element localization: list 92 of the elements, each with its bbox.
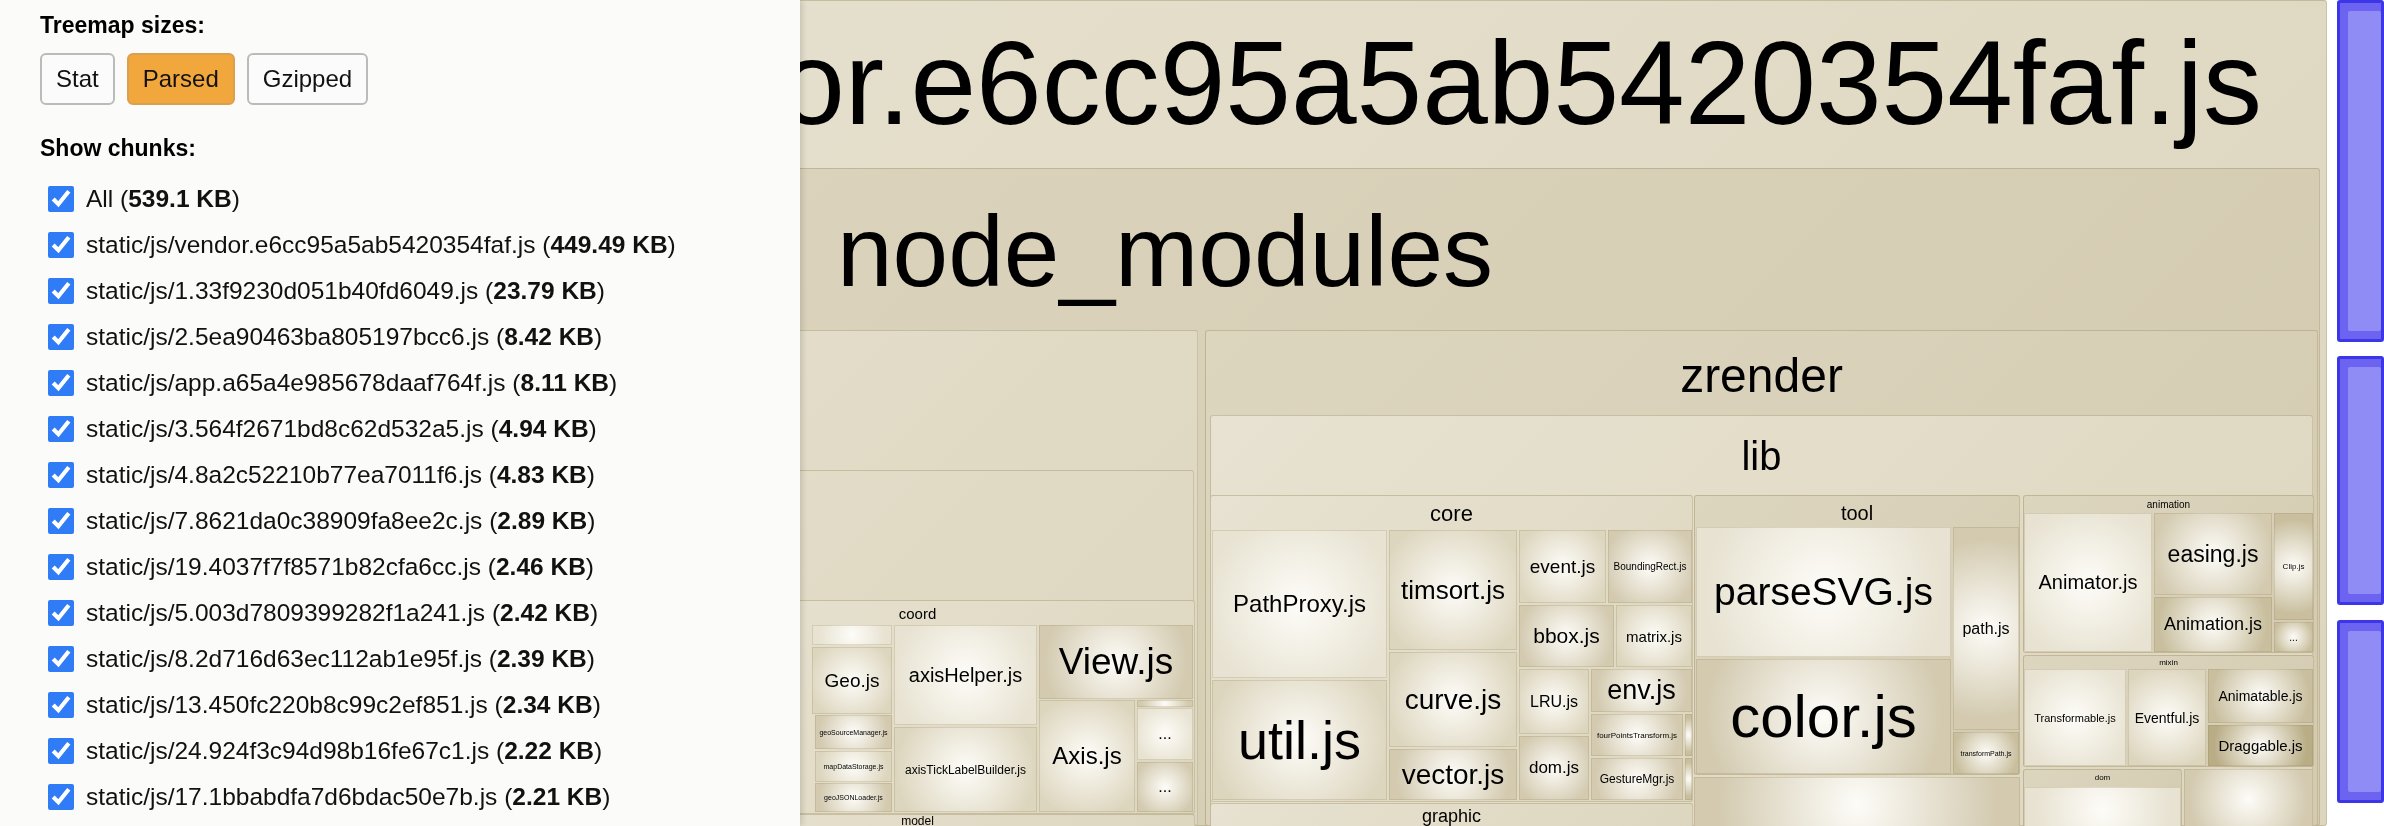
chunk-checkbox[interactable] — [48, 186, 74, 212]
file-tile[interactable]: path.js — [1953, 527, 2019, 730]
chunk-checkbox[interactable] — [48, 646, 74, 672]
chunk-checkbox[interactable] — [48, 554, 74, 580]
chunk-label: static/js/4.8a2c52210b77ea7011f6.js (4.83 KB) — [86, 461, 595, 489]
file-tile[interactable] — [2184, 769, 2313, 826]
file-tile[interactable]: color.js — [1696, 659, 1951, 774]
file-tile[interactable] — [812, 625, 892, 645]
chunk-label: static/js/19.4037f7f8571b82cfa6cc.js (2.46 KB) — [86, 553, 594, 581]
folder-tile[interactable]: animation Animator.js easing.js Animation.js Clip.js ... — [2023, 495, 2314, 653]
file-tile[interactable] — [1137, 700, 1193, 707]
chunk-label: static/js/7.8621da0c38909fa8ee2c.js (2.89 KB) — [86, 507, 596, 535]
folder-label: node_modules — [836, 194, 1494, 309]
folder-tile[interactable]: mixin Transformable.js Eventful.js Animatable.js Draggable.js — [2023, 655, 2314, 767]
chunk-checkbox[interactable] — [48, 692, 74, 718]
file-tile[interactable]: PathProxy.js — [1212, 530, 1387, 678]
folder-tile[interactable]: graphic — [1210, 803, 1693, 826]
file-tile[interactable] — [1685, 758, 1692, 800]
file-tile[interactable]: matrix.js — [1616, 605, 1692, 667]
file-tile[interactable]: curve.js — [1389, 652, 1517, 747]
folder-label: mixin — [2159, 657, 2178, 669]
folder-tile[interactable] — [1210, 415, 2313, 826]
file-tile[interactable]: Draggable.js — [2208, 725, 2313, 766]
chunk-label: static/js/2.5ea90463ba805197bcc6.js (8.42 KB) — [86, 323, 603, 351]
file-tile[interactable]: fourPointsTransform.js — [1591, 714, 1683, 756]
chunk-checkbox[interactable] — [48, 232, 74, 258]
chunk-checkbox[interactable] — [48, 600, 74, 626]
folder-tile[interactable] — [1205, 330, 2318, 826]
section-heading: Treemap sizes: — [40, 12, 205, 39]
size-button[interactable]: Parsed — [126, 53, 235, 105]
file-tile[interactable] — [2024, 787, 2181, 826]
file-tile[interactable]: Clip.js — [2274, 513, 2313, 620]
folder-label: coord — [898, 604, 937, 624]
file-tile[interactable]: ... — [2274, 622, 2313, 652]
file-tile[interactable]: util.js — [1212, 680, 1387, 800]
folder-tile[interactable]: core PathProxy.js util.js timsort.js curve.js vector.js event.js BoundingRect.js bbox.js matrix.js LRU.js dom.js env.js fourPointsTransform.js GestureMgr.js — [1210, 495, 1693, 802]
chunk-checkbox[interactable] — [48, 462, 74, 488]
chunk-label: static/js/app.a65a4e985678daaf764f.js (8.11 KB) — [86, 369, 618, 397]
folder-label: tool — [1840, 501, 1874, 526]
file-tile[interactable]: Animator.js — [2024, 513, 2152, 652]
file-tile[interactable]: axisHelper.js — [894, 625, 1037, 725]
size-button[interactable]: Stat — [40, 53, 115, 105]
chunk-label: static/js/17.1bbabdfa7d6bdac50e7b.js (2.21 KB) — [86, 783, 611, 811]
file-tile[interactable]: BoundingRect.js — [1608, 530, 1692, 603]
chunk-checkbox[interactable] — [48, 508, 74, 534]
file-tile[interactable]: parseSVG.js — [1696, 527, 1951, 657]
chunk-title: or.e6cc95a5ab5420354faf.js — [779, 16, 2262, 151]
chunk-checkbox[interactable] — [48, 738, 74, 764]
file-tile[interactable]: vector.js — [1389, 749, 1517, 800]
file-tile[interactable] — [1694, 777, 2020, 826]
file-tile[interactable]: View.js — [1039, 625, 1193, 699]
chunk-checkbox[interactable] — [48, 278, 74, 304]
file-tile[interactable]: timsort.js — [1389, 530, 1517, 650]
chunk-label: All (539.1 KB) — [86, 185, 240, 213]
chunk-checkbox[interactable] — [48, 416, 74, 442]
folder-label: lib — [1741, 433, 1782, 480]
size-button[interactable]: Gzipped — [246, 53, 369, 105]
file-tile[interactable]: ... — [1137, 708, 1193, 760]
chunk-label: static/js/vendor.e6cc95a5ab5420354faf.js (449.49 KB) — [86, 231, 676, 259]
chunk-tile[interactable] — [2337, 620, 2384, 803]
folder-tile[interactable]: dom — [2023, 769, 2182, 826]
chunk-checkbox[interactable] — [48, 784, 74, 810]
folder-label: core — [1430, 500, 1473, 528]
file-tile[interactable]: easing.js — [2154, 513, 2272, 595]
chunk-label: static/js/1.33f9230d051b40fd6049.js (23.79 KB) — [86, 277, 605, 305]
file-tile[interactable]: axisTickLabelBuilder.js — [894, 727, 1037, 812]
chunk-checkbox[interactable] — [48, 370, 74, 396]
file-tile[interactable]: LRU.js — [1519, 669, 1589, 734]
file-tile[interactable]: event.js — [1519, 530, 1606, 603]
chunk-label: static/js/3.564f2671bd8c62d532a5.js (4.94 KB) — [86, 415, 597, 443]
folder-label: animation — [2146, 498, 2191, 512]
chunk-label: static/js/13.450fc220b8c99c2ef851.js (2.34 KB) — [86, 691, 601, 719]
chunk-tile[interactable] — [2337, 356, 2384, 605]
file-tile[interactable]: bbox.js — [1519, 605, 1614, 667]
file-tile[interactable]: GestureMgr.js — [1591, 758, 1683, 800]
chunk-checkbox[interactable] — [48, 324, 74, 350]
chunk-tile[interactable] — [2337, 0, 2384, 342]
file-tile[interactable]: dom.js — [1519, 736, 1589, 800]
file-tile[interactable] — [1685, 714, 1692, 756]
file-tile[interactable]: Eventful.js — [2128, 669, 2206, 766]
folder-label: zrender — [1680, 348, 1843, 404]
section-heading: Show chunks: — [40, 135, 196, 162]
chunk-label: static/js/24.924f3c94d98b16fe67c1.js (2.22 KB) — [86, 737, 603, 765]
chunk-label: static/js/5.003d7809399282f1a241.js (2.42 KB) — [86, 599, 599, 627]
file-tile[interactable]: Animatable.js — [2208, 669, 2313, 723]
file-tile[interactable]: Geo.js — [812, 647, 892, 714]
file-tile[interactable]: Axis.js — [1039, 700, 1135, 812]
file-tile[interactable]: ... — [1137, 762, 1193, 812]
chunk-label: static/js/8.2d716d63ec112ab1e95f.js (2.39 KB) — [86, 645, 595, 673]
file-tile[interactable]: env.js — [1591, 669, 1692, 712]
file-tile[interactable]: Transformable.js — [2024, 669, 2126, 766]
file-tile[interactable]: Animation.js — [2154, 597, 2272, 652]
